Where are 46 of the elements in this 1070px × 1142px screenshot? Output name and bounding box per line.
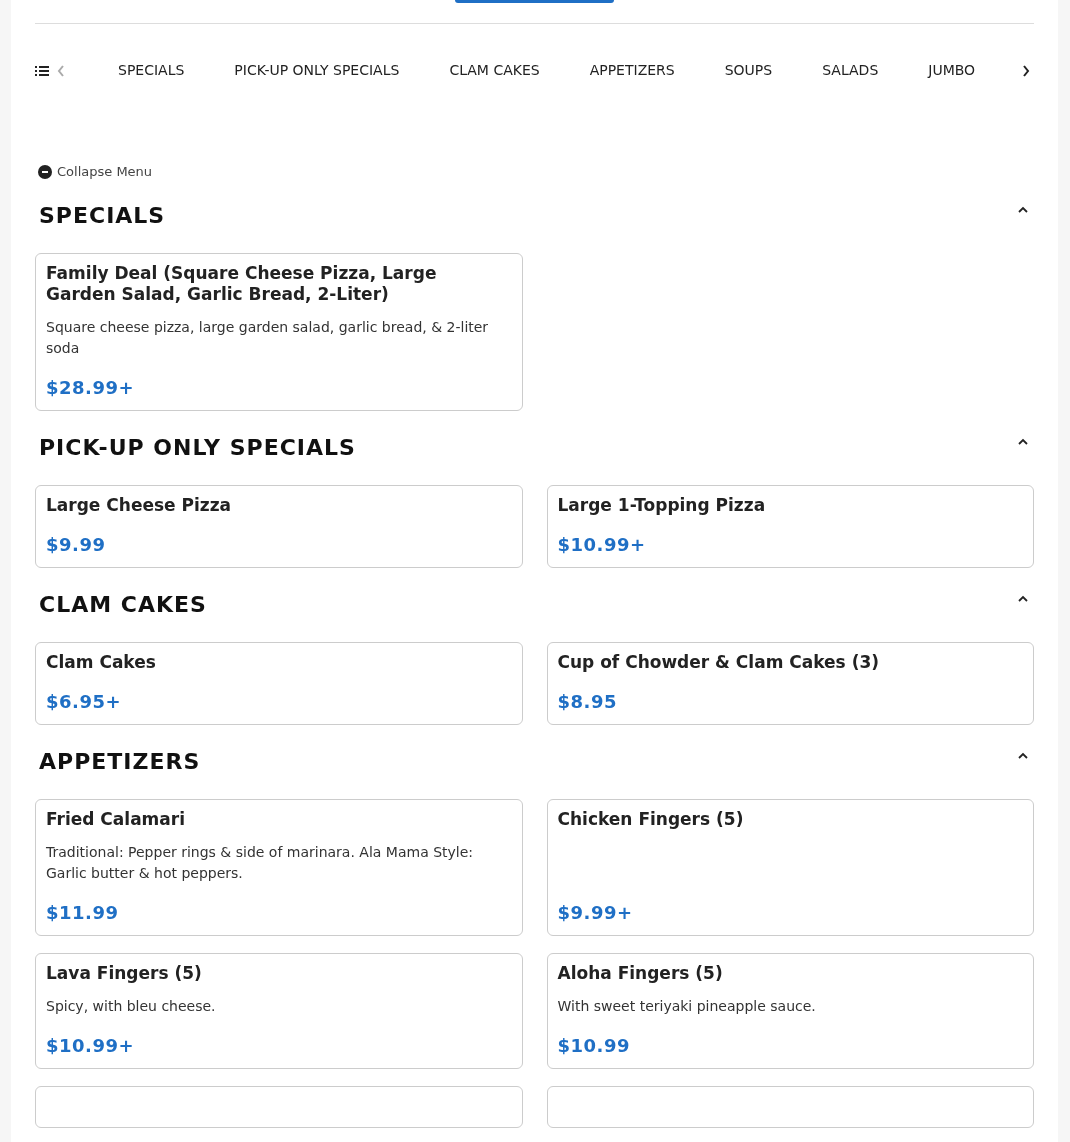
list-icon[interactable] — [35, 65, 49, 77]
item-price: $11.99 — [46, 902, 120, 923]
item-name: Family Deal (Square Cheese Pizza, Large Garden Salad, Garlic Bread, 2-Liter) — [46, 263, 438, 305]
item-name: Large 1-Topping Pizza — [557, 495, 767, 516]
item-price: $9.99+ — [557, 902, 634, 923]
item-price: $10.99 — [557, 1035, 631, 1056]
section-heading: SPECIALS — [39, 202, 166, 230]
menu-item-card[interactable]: Lava Fingers (5) Spicy, with bleu cheese. $10.99+ — [35, 953, 523, 1069]
section-heading: APPETIZERS — [39, 748, 201, 776]
category-tab[interactable]: PICK-UP ONLY SPECIALS — [209, 56, 425, 86]
menu-item-card[interactable]: Family Deal (Square Cheese Pizza, Large Garden Salad, Garlic Bread, 2-Liter) Square cheese pizza, large garden salad, garlic bread, & 2-liter soda $28.99+ — [35, 253, 523, 411]
menu-item-card[interactable]: Aloha Fingers (5) With sweet teriyaki pineapple sauce. $10.99 — [546, 953, 1034, 1069]
item-description: Spicy, with bleu cheese. — [46, 997, 217, 1016]
item-price: $10.99+ — [557, 534, 647, 555]
item-description: Square cheese pizza, large garden salad, garlic bread, & 2-liter soda — [46, 318, 490, 358]
category-tab[interactable]: SALADS — [797, 56, 904, 86]
category-tab[interactable]: SPECIALS — [93, 56, 210, 86]
item-name: Chicken Fingers (5) — [557, 809, 745, 830]
minus-circle-icon[interactable] — [38, 164, 52, 179]
menu-item-card[interactable]: Fried Calamari Traditional: Pepper rings & side of marinara. Ala Mama Style: Garlic butter & hot peppers. $11.99 — [35, 799, 523, 936]
item-price: $6.95+ — [46, 691, 123, 712]
category-tab[interactable]: JUMBO — [903, 56, 1001, 86]
category-tab[interactable]: SOUPS — [699, 56, 798, 86]
chevron-right-icon[interactable] — [1022, 64, 1030, 78]
menu-item-card[interactable]: Cup of Chowder & Clam Cakes (3) $8.95 — [546, 642, 1034, 725]
item-name: Aloha Fingers (5) — [557, 963, 724, 984]
menu-item-card[interactable]: Chicken Fingers (5) $9.99+ — [546, 799, 1034, 936]
item-name: Fried Calamari — [46, 809, 186, 830]
category-tab[interactable]: APPETIZERS — [564, 56, 700, 86]
menu-item-card[interactable]: Large Cheese Pizza $9.99 — [35, 485, 523, 568]
item-description: With sweet teriyaki pineapple sauce. — [557, 997, 817, 1016]
item-price: $9.99 — [46, 534, 107, 555]
section-heading: CLAM CAKES — [39, 591, 207, 619]
collapse-menu-link[interactable]: Collapse Menu — [57, 164, 153, 179]
item-name: Lava Fingers (5) — [46, 963, 203, 984]
item-price: $28.99+ — [46, 377, 136, 398]
item-description: Traditional: Pepper rings & side of marinara. Ala Mama Style: Garlic butter & hot peppers. — [46, 843, 475, 883]
menu-item-card[interactable]: Clam Cakes $6.95+ — [35, 642, 523, 725]
item-name: Clam Cakes — [46, 652, 157, 673]
item-price: $10.99+ — [46, 1035, 136, 1056]
item-price: $8.95 — [557, 691, 618, 712]
menu-item-card[interactable]: Large 1-Topping Pizza $10.99+ — [546, 485, 1034, 568]
category-tab[interactable]: CLAM CAKES — [424, 56, 565, 86]
section-heading: PICK-UP ONLY SPECIALS — [39, 434, 356, 462]
item-name: Large Cheese Pizza — [46, 495, 233, 516]
item-name: Cup of Chowder & Clam Cakes (3) — [557, 652, 880, 673]
